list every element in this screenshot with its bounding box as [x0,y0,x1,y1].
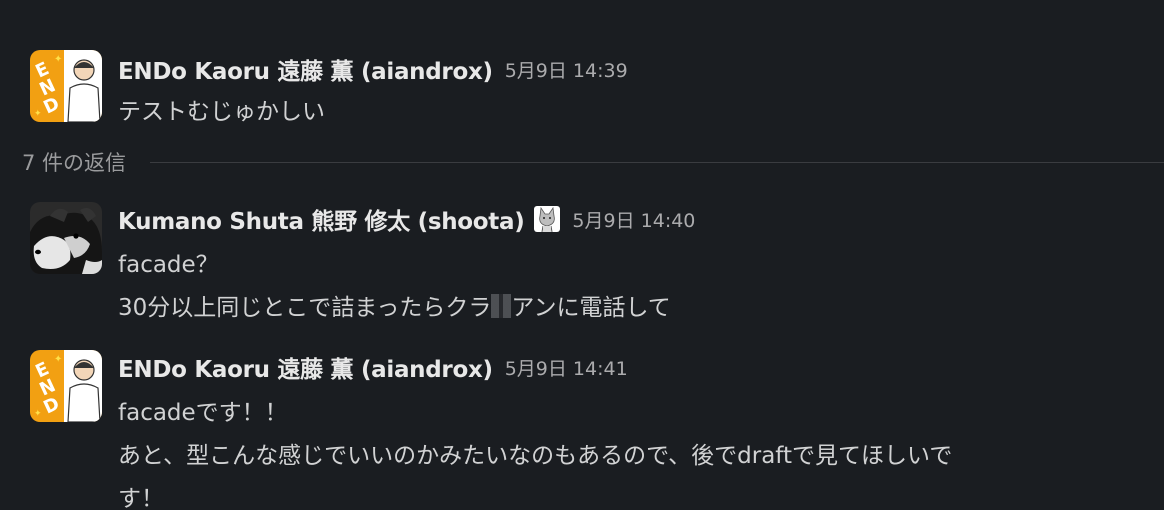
message-header: ENDo Kaoru 遠藤 薫 (aiandrox) 5月9日 14:39 [118,52,628,86]
message-text: facadeです！！ [118,400,288,426]
endo-logo-avatar-icon: E N D ✦ ✦ [30,350,102,422]
message-text: facade？ [118,252,219,278]
svg-text:✦: ✦ [34,409,42,419]
timestamp[interactable]: 5月9日 14:39 [505,56,628,83]
redacted-block [491,294,512,318]
svg-text:✦: ✦ [54,54,62,65]
author-name[interactable]: ENDo Kaoru 遠藤 薫 (aiandrox) [118,350,493,384]
endo-avatar[interactable]: E N D ✦ ✦ [30,350,102,422]
author-name[interactable]: ENDo Kaoru 遠藤 薫 (aiandrox) [118,52,493,86]
message-header: Kumano Shuta 熊野 修太 (shoota) 5月9日 14:40 [118,202,695,236]
replies-count-label: 7 件の返信 [22,151,127,175]
cat-status-emoji-icon [534,206,561,232]
cat-status-icon[interactable] [534,206,561,232]
svg-text:✦: ✦ [54,354,62,365]
message-text: テストむじゅかしい [118,99,325,125]
dog-photo-avatar-icon [30,202,102,274]
message-header: ENDo Kaoru 遠藤 薫 (aiandrox) 5月9日 14:41 [118,350,628,384]
message-text-part: アンに電話して [511,295,671,321]
author-name[interactable]: Kumano Shuta 熊野 修太 (shoota) [118,202,525,236]
timestamp[interactable]: 5月9日 14:41 [505,354,628,381]
thread-replies-divider: 7 件の返信 [22,147,1164,177]
endo-avatar[interactable]: E N D ✦ ✦ [30,50,102,122]
message-text: す！ [118,486,164,510]
svg-text:✦: ✦ [34,109,42,119]
message-text: 30分以上同じとこで詰まったらクラ アンに電話して [118,288,671,322]
divider-line [150,161,1164,163]
message-text-part: 30分以上同じとこで詰まったらクラ [118,295,492,321]
message-text: あと、型こんな感じでいいのかみたいなのもあるので、後でdraftで見てほしいで [118,443,953,469]
timestamp[interactable]: 5月9日 14:40 [572,206,695,233]
endo-logo-avatar-icon: E N D ✦ ✦ [30,50,102,122]
kumano-avatar[interactable] [30,202,102,274]
